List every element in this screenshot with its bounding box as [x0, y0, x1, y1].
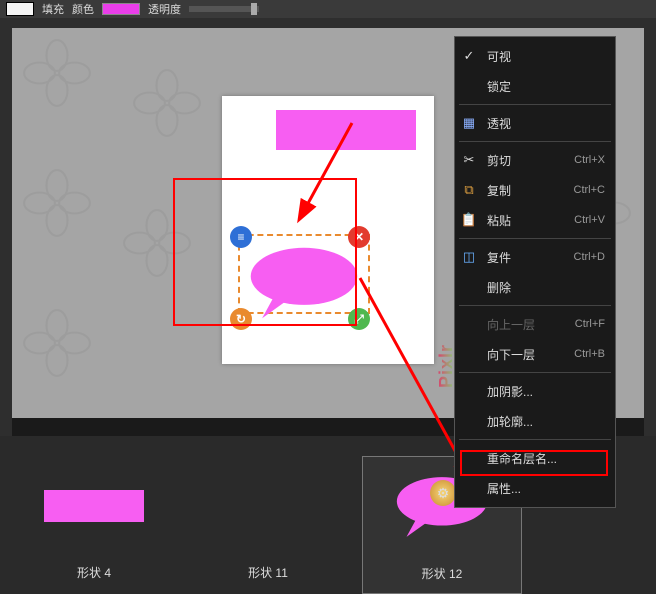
check-icon: ✓: [459, 46, 479, 66]
menu-paste[interactable]: 📋 粘贴 Ctrl+V: [455, 205, 615, 235]
opacity-label: 透明度: [148, 1, 181, 17]
layer-label: 形状 12: [422, 565, 463, 582]
menu-rename[interactable]: 重命名层名...: [455, 443, 615, 473]
blank-icon: [459, 381, 479, 401]
menu-label: 加阴影...: [487, 383, 605, 400]
menu-separator: [459, 104, 611, 105]
menu-label: 复件: [487, 249, 566, 266]
menu-separator: [459, 372, 611, 373]
resize-handle-icon[interactable]: ⤢: [348, 308, 370, 330]
menu-handle-icon[interactable]: ≡: [230, 226, 252, 248]
bg-flower: [122, 208, 192, 278]
menu-separator: [459, 305, 611, 306]
menu-separator: [459, 439, 611, 440]
menu-copy[interactable]: ⧉ 复制 Ctrl+C: [455, 175, 615, 205]
delete-handle-icon[interactable]: ✕: [348, 226, 370, 248]
layer-label: 形状 11: [248, 564, 288, 581]
menu-move-down[interactable]: 向下一层 Ctrl+B: [455, 339, 615, 369]
menu-label: 删除: [487, 279, 605, 296]
menu-label: 重命名层名...: [487, 450, 605, 467]
layer-preview: [188, 456, 348, 556]
menu-label: 锁定: [487, 78, 605, 95]
blank-icon: [459, 448, 479, 468]
speech-bubble-shape[interactable]: [242, 244, 366, 322]
copy-icon: ⧉: [459, 180, 479, 200]
menu-properties[interactable]: 属性...: [455, 473, 615, 503]
bg-flower: [22, 168, 92, 238]
layer-thumb[interactable]: 形状 11: [188, 456, 348, 594]
bg-flower: [132, 68, 202, 138]
menu-shortcut: Ctrl+X: [574, 154, 605, 166]
layer-label: 形状 4: [77, 564, 111, 581]
blank-icon: [459, 478, 479, 498]
menu-label: 复制: [487, 182, 566, 199]
menu-perspective[interactable]: ▦ 透视: [455, 108, 615, 138]
context-menu: ✓ 可视 锁定 ▦ 透视 ✂ 剪切 Ctrl+X ⧉ 复制 Ctrl+C 📋 粘…: [454, 36, 616, 508]
bg-flower: [22, 308, 92, 378]
rotate-handle-icon[interactable]: ↻: [230, 308, 252, 330]
duplicate-icon: ◫: [459, 247, 479, 267]
menu-visible[interactable]: ✓ 可视: [455, 41, 615, 71]
pink-rectangle-icon: [44, 490, 144, 522]
menu-label: 向上一层: [487, 316, 567, 333]
menu-lock[interactable]: 锁定: [455, 71, 615, 101]
menu-label: 可视: [487, 48, 605, 65]
menu-shortcut: Ctrl+C: [574, 184, 605, 196]
menu-label: 透视: [487, 115, 605, 132]
menu-label: 加轮廓...: [487, 413, 605, 430]
layer-thumb[interactable]: 形状 4: [14, 456, 174, 594]
color-label: 颜色: [72, 1, 94, 17]
blank-icon: [459, 277, 479, 297]
menu-delete[interactable]: 删除: [455, 272, 615, 302]
color-swatch[interactable]: [102, 3, 140, 15]
fill-label: 填充: [42, 1, 64, 17]
shape-preview: [6, 2, 34, 16]
menu-separator: [459, 238, 611, 239]
menu-label: 粘贴: [487, 212, 566, 229]
menu-move-up[interactable]: 向上一层 Ctrl+F: [455, 309, 615, 339]
canvas-page[interactable]: [222, 96, 434, 364]
menu-outline[interactable]: 加轮廓...: [455, 406, 615, 436]
blank-icon: [459, 76, 479, 96]
blank-icon: [459, 411, 479, 431]
grid-icon: ▦: [459, 113, 479, 133]
opacity-slider[interactable]: [189, 6, 259, 12]
gear-icon: ⚙: [430, 480, 456, 506]
blank-icon: [459, 344, 479, 364]
menu-shortcut: Ctrl+F: [575, 318, 605, 330]
menu-duplicate[interactable]: ◫ 复件 Ctrl+D: [455, 242, 615, 272]
menu-shortcut: Ctrl+B: [574, 348, 605, 360]
bg-flower: [22, 38, 92, 108]
menu-separator: [459, 141, 611, 142]
paste-icon: 📋: [459, 210, 479, 230]
menu-label: 剪切: [487, 152, 566, 169]
menu-cut[interactable]: ✂ 剪切 Ctrl+X: [455, 145, 615, 175]
menu-label: 向下一层: [487, 346, 566, 363]
layer-preview: [14, 456, 174, 556]
blank-icon: [459, 314, 479, 334]
pink-rectangle-shape[interactable]: [276, 110, 416, 150]
menu-shortcut: Ctrl+D: [574, 251, 605, 263]
top-toolbar: 填充 颜色 透明度: [0, 0, 656, 18]
scissors-icon: ✂: [459, 150, 479, 170]
menu-shadow[interactable]: 加阴影...: [455, 376, 615, 406]
menu-shortcut: Ctrl+V: [574, 214, 605, 226]
menu-label: 属性...: [487, 480, 605, 497]
